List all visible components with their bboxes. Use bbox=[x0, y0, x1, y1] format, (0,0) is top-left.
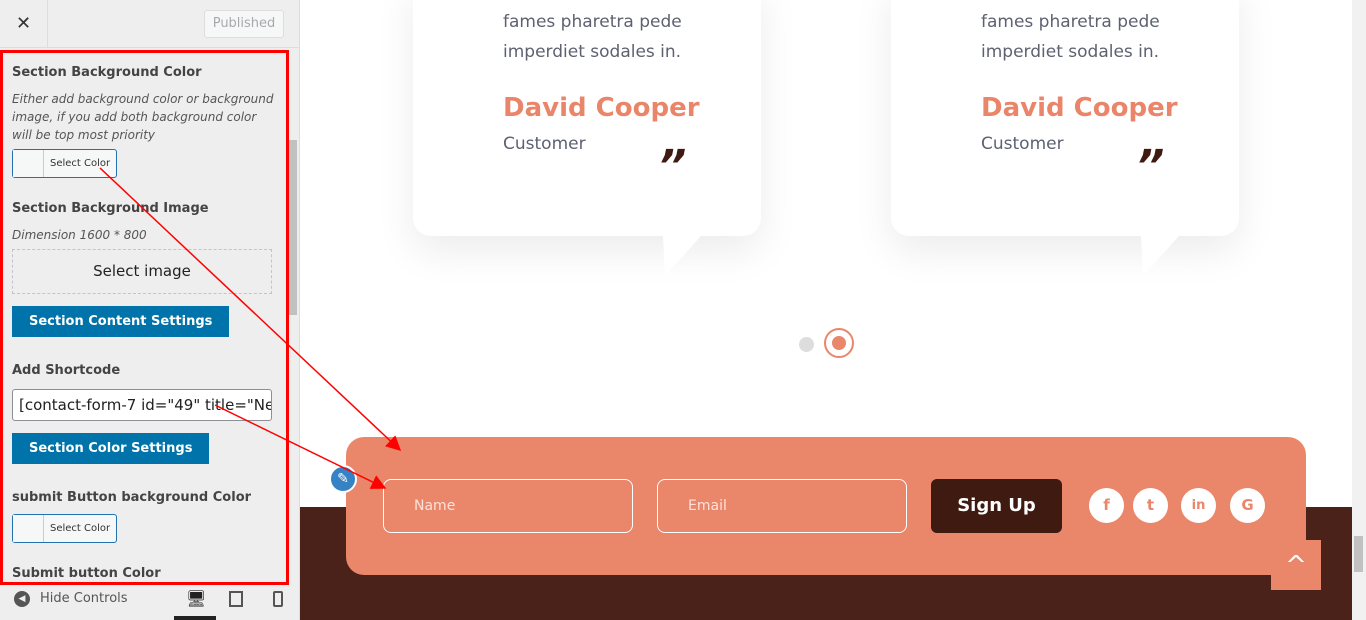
annotation-arrow bbox=[99, 167, 402, 452]
annotation-arrows bbox=[99, 167, 402, 489]
annotation-arrow bbox=[214, 404, 387, 489]
